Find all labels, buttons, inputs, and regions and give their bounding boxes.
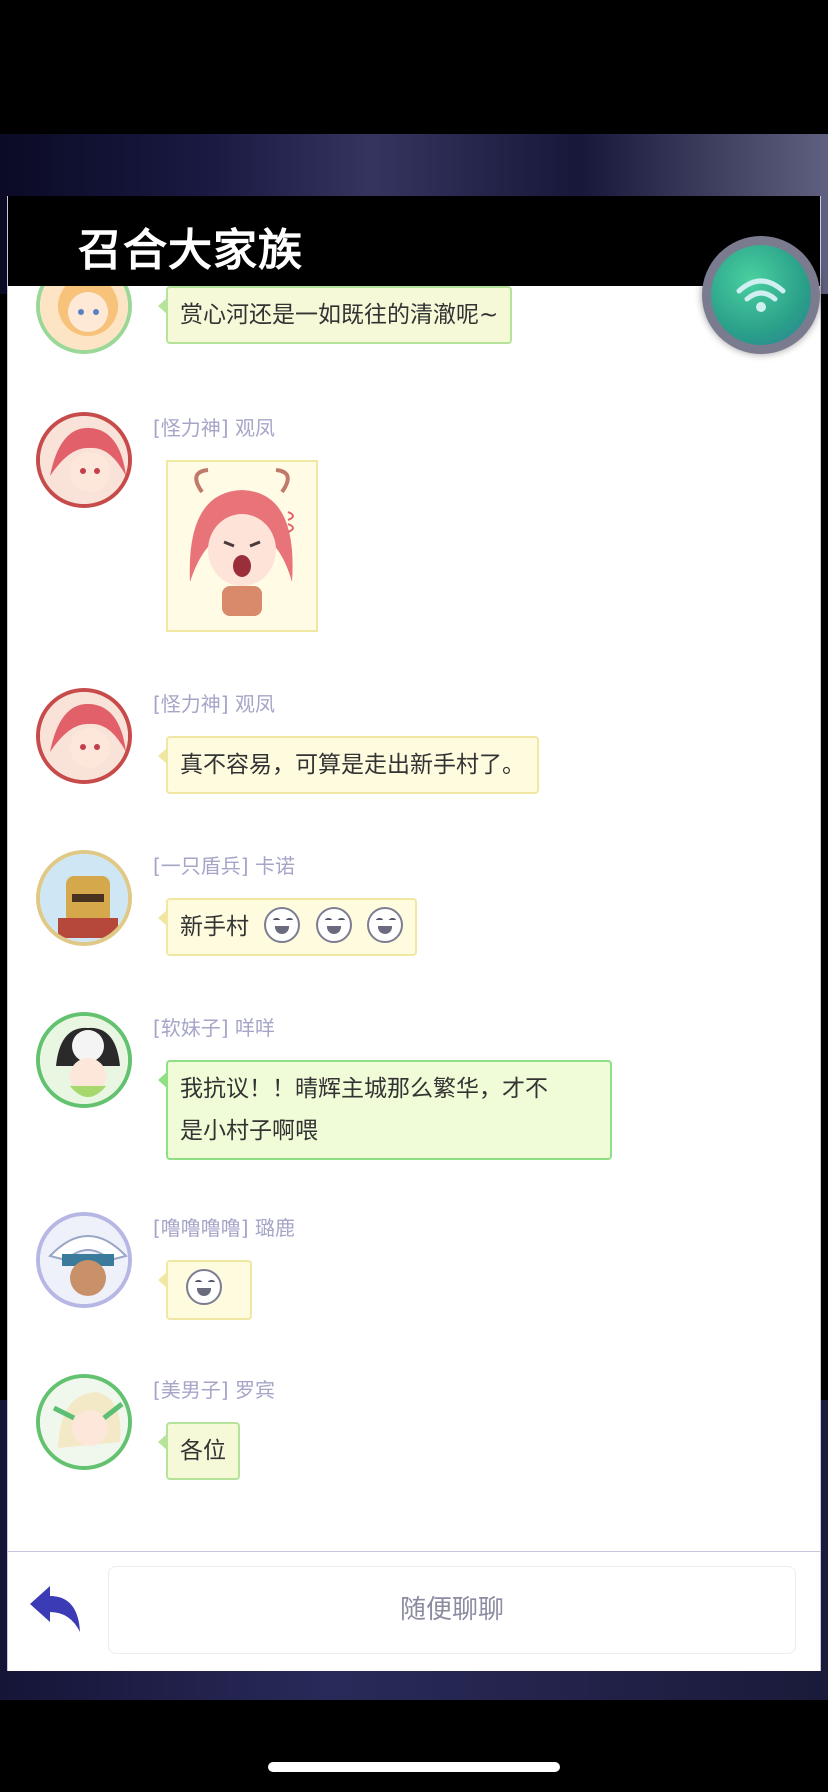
message-text: 真不容易，可算是走出新手村了。 (180, 752, 525, 778)
message-bubble (158, 1260, 252, 1320)
avatar[interactable] (36, 1212, 132, 1308)
message-text-line: 是小村子啊喂 (180, 1118, 318, 1144)
wifi-button[interactable] (702, 236, 820, 354)
sticker-image[interactable] (166, 460, 318, 632)
message-text: 赏心河还是一如既往的清澈呢~ (180, 302, 499, 328)
message-text: 新手村 (180, 914, 249, 940)
avatar[interactable] (36, 286, 132, 354)
avatar[interactable] (36, 412, 132, 508)
smiling-emoji-icon (186, 1268, 222, 1305)
laughing-emoji-icon (315, 906, 352, 943)
sender-name: [美男子] 罗宾 (153, 1378, 275, 1402)
message-bubble: 新手村 (158, 898, 417, 956)
home-indicator (268, 1762, 560, 1772)
sender-name: [一只盾兵] 卡诺 (153, 854, 295, 878)
message-bubble: 我抗议！！晴辉主城那么繁华，才不 是小村子啊喂 (158, 1060, 612, 1160)
message-text: 各位 (180, 1438, 226, 1464)
avatar[interactable] (36, 688, 132, 784)
chat-header: 召合大家族 (8, 196, 820, 286)
chat-message-list[interactable]: 赏心河还是一如既往的清澈呢~ [怪力神] 观凤 [怪力神] 观凤 真不容易，可算… (8, 286, 820, 1551)
message-bubble: 真不容易，可算是走出新手村了。 (158, 736, 539, 794)
sender-name: [软妹子] 咩咩 (153, 1016, 275, 1040)
laughing-emoji-icon (366, 906, 403, 943)
message-text-line: 我抗议！！晴辉主城那么繁华，才不 (180, 1076, 548, 1102)
chat-input-bar: 随便聊聊 (8, 1551, 820, 1671)
chat-input-field[interactable]: 随便聊聊 (108, 1566, 796, 1654)
message-bubble: 赏心河还是一如既往的清澈呢~ (158, 286, 513, 344)
chat-panel: 召合大家族 赏心河还是一如既往的清澈呢~ [怪力神] 观凤 [怪力神] 观凤 真… (7, 196, 821, 1671)
message-bubble: 各位 (158, 1422, 240, 1480)
sender-name: [怪力神] 观凤 (153, 692, 275, 716)
laughing-emoji-icon (264, 906, 301, 943)
wifi-icon (711, 245, 811, 345)
sender-name: [噜噜噜噜] 璐鹿 (153, 1216, 295, 1240)
back-arrow-icon[interactable] (26, 1580, 86, 1640)
avatar[interactable] (36, 850, 132, 946)
sender-name: [怪力神] 观凤 (153, 416, 275, 440)
chat-title: 召合大家族 (78, 225, 303, 276)
avatar[interactable] (36, 1374, 132, 1470)
avatar[interactable] (36, 1012, 132, 1108)
